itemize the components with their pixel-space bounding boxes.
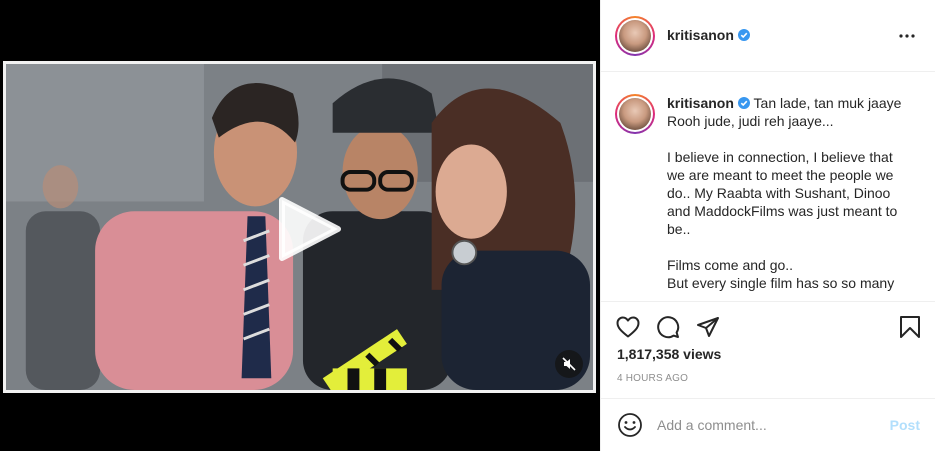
caption-avatar[interactable]	[615, 94, 655, 134]
action-icons	[614, 302, 920, 352]
post-header: kritisanon	[601, 0, 935, 72]
caption-line: But every single film has so so many	[667, 275, 895, 291]
view-count[interactable]: 1,817,358 views	[617, 346, 920, 362]
speaker-muted-icon	[562, 357, 576, 371]
caption-area: kritisanon Tan lade, tan muk jaaye Rooh …	[601, 72, 935, 301]
caption-line: do.. My Raabta with Sushant, Dinoo	[667, 185, 891, 201]
post-comment-button[interactable]: Post	[890, 417, 920, 433]
comment-input[interactable]	[657, 417, 882, 433]
verified-badge-icon	[737, 28, 750, 41]
avatar[interactable]	[615, 15, 655, 56]
caption-line-text: Tan lade, tan muk jaaye	[753, 95, 902, 111]
caption-line: be..	[667, 221, 691, 237]
video-player[interactable]	[3, 61, 596, 393]
play-icon	[279, 197, 341, 261]
share-button[interactable]	[694, 313, 722, 341]
caption-line: I believe in connection, I believe that	[667, 149, 893, 165]
caption-text: kritisanon Tan lade, tan muk jaaye Rooh …	[667, 94, 919, 301]
more-options-button[interactable]	[895, 24, 919, 48]
bookmark-icon	[900, 316, 920, 338]
comment-bar: Post	[601, 398, 935, 451]
post-sidebar: kritisanon kritisanon Tan lade, tan muk …	[600, 0, 935, 451]
comment-icon	[657, 316, 680, 339]
smiley-icon[interactable]	[617, 412, 643, 438]
save-button[interactable]	[896, 313, 924, 341]
caption-line: we are meant to meet the people we	[667, 167, 894, 183]
media-pane	[0, 0, 600, 451]
play-button[interactable]	[276, 196, 342, 262]
mute-button[interactable]	[555, 350, 583, 378]
paper-plane-icon	[697, 317, 719, 337]
caption-line: Rooh jude, judi reh jaaye...	[667, 113, 834, 129]
more-horizontal-icon	[899, 33, 915, 38]
like-button[interactable]	[614, 313, 642, 341]
caption-line: Films come and go..	[667, 257, 794, 273]
heart-icon	[616, 316, 640, 338]
actions-bar: 1,817,358 views 4 HOURS AGO	[601, 301, 935, 384]
comment-button[interactable]	[654, 313, 682, 341]
caption-username-link[interactable]: kritisanon	[667, 95, 734, 111]
caption-line: and MaddockFilms was just meant to	[667, 203, 898, 219]
caption-line: kritisanon Tan lade, tan muk jaaye	[667, 94, 919, 112]
header-user: kritisanon	[667, 27, 750, 45]
verified-badge-icon	[737, 97, 750, 109]
post-timestamp[interactable]: 4 HOURS AGO	[617, 373, 920, 384]
username-link[interactable]: kritisanon	[667, 27, 734, 43]
